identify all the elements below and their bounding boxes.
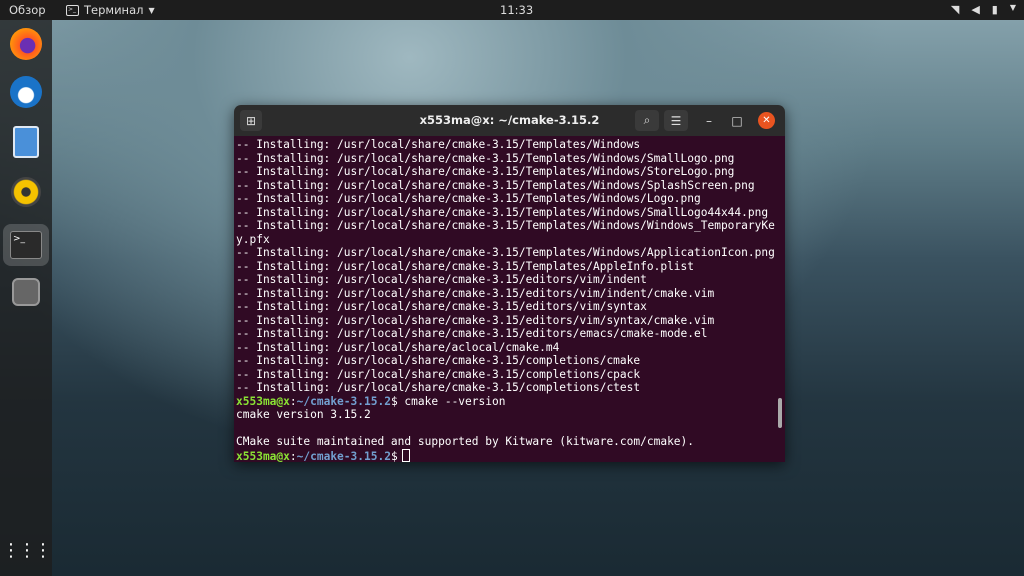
firefox-icon[interactable] [8, 26, 44, 62]
output-line: cmake version 3.15.2 [236, 408, 371, 421]
show-apps-icon[interactable]: ⋮⋮⋮ [2, 532, 52, 568]
output-line: -- Installing: /usr/local/share/cmake-3.… [236, 300, 647, 313]
menu-button[interactable]: ☰ [664, 110, 688, 131]
hamburger-icon: ☰ [670, 113, 682, 128]
power-icon: ▮ [991, 3, 998, 16]
app-menu[interactable]: >_ Терминал ▼ [66, 3, 155, 17]
scrollbar[interactable] [778, 398, 782, 428]
clock[interactable]: 11:33 [500, 3, 533, 17]
prompt-line: x553ma@x:~/cmake-3.15.2$ [236, 448, 785, 462]
output-line: -- Installing: /usr/local/share/cmake-3.… [236, 178, 755, 192]
activities-button[interactable]: Обзор [9, 3, 46, 17]
output-line: -- Installing: /usr/local/share/cmake-3.… [236, 327, 708, 340]
search-icon: ⌕ [643, 113, 651, 127]
search-button[interactable]: ⌕ [635, 110, 659, 131]
output-line: -- Installing: /usr/local/share/cmake-3.… [236, 151, 735, 165]
dock: >_ ⋮⋮⋮ [0, 20, 52, 576]
output-line: CMake suite maintained and supported by … [236, 435, 695, 448]
chevron-down-icon: ▼ [1009, 3, 1016, 12]
output-line: -- Installing: /usr/local/share/cmake-3.… [236, 354, 641, 367]
close-icon: ✕ [762, 115, 771, 126]
output-line: -- Installing: /usr/local/share/cmake-3.… [236, 273, 647, 286]
rhythmbox-icon[interactable] [8, 174, 44, 210]
terminal-dock-icon[interactable]: >_ [3, 224, 49, 266]
files-icon[interactable] [8, 124, 44, 160]
chevron-down-icon: ▼ [148, 5, 155, 15]
terminal-icon: >_ [66, 4, 79, 16]
maximize-button[interactable]: □ [727, 110, 747, 131]
output-line: -- Installing: /usr/local/share/cmake-3.… [236, 286, 715, 300]
output-line: -- Installing: /usr/local/share/cmake-3.… [236, 165, 735, 178]
close-button[interactable]: ✕ [758, 112, 775, 129]
output-line: -- Installing: /usr/local/share/cmake-3.… [236, 192, 701, 205]
software-icon[interactable] [8, 274, 44, 310]
thunderbird-icon[interactable] [8, 74, 44, 110]
minimize-button[interactable]: – [699, 110, 719, 131]
volume-icon: ◀ [971, 3, 980, 16]
terminal-output[interactable]: -- Installing: /usr/local/share/cmake-3.… [234, 136, 785, 462]
terminal-window: ⊞ x553ma@x: ~/cmake-3.15.2 ⌕ ☰ – □ ✕ -- … [234, 105, 785, 462]
app-name: Терминал [84, 3, 144, 17]
output-line: -- Installing: /usr/local/share/aclocal/… [236, 340, 560, 354]
output-line: -- Installing: /usr/local/share/cmake-3.… [236, 219, 775, 232]
output-line: -- Installing: /usr/local/share/cmake-3.… [236, 138, 641, 151]
top-bar: Обзор >_ Терминал ▼ 11:33 ◥ ◀ ▮ ▼ [0, 0, 1024, 20]
header-bar: ⊞ x553ma@x: ~/cmake-3.15.2 ⌕ ☰ – □ ✕ [234, 105, 785, 136]
output-line: -- Installing: /usr/local/share/cmake-3.… [236, 367, 641, 381]
output-line: -- Installing: /usr/local/share/cmake-3.… [236, 313, 715, 327]
output-line: -- Installing: /usr/local/share/cmake-3.… [236, 381, 641, 394]
cursor [401, 448, 410, 462]
output-line: -- Installing: /usr/local/share/cmake-3.… [236, 205, 769, 219]
system-tray[interactable]: ◥ ◀ ▮ ▼ [951, 3, 1016, 16]
wifi-icon: ◥ [950, 3, 960, 16]
output-line: -- Installing: /usr/local/share/cmake-3.… [236, 259, 695, 273]
output-line: -- Installing: /usr/local/share/cmake-3.… [236, 246, 775, 259]
command-line: x553ma@x:~/cmake-3.15.2$ cmake --version [236, 394, 506, 408]
output-line: y.pfx [236, 232, 270, 246]
